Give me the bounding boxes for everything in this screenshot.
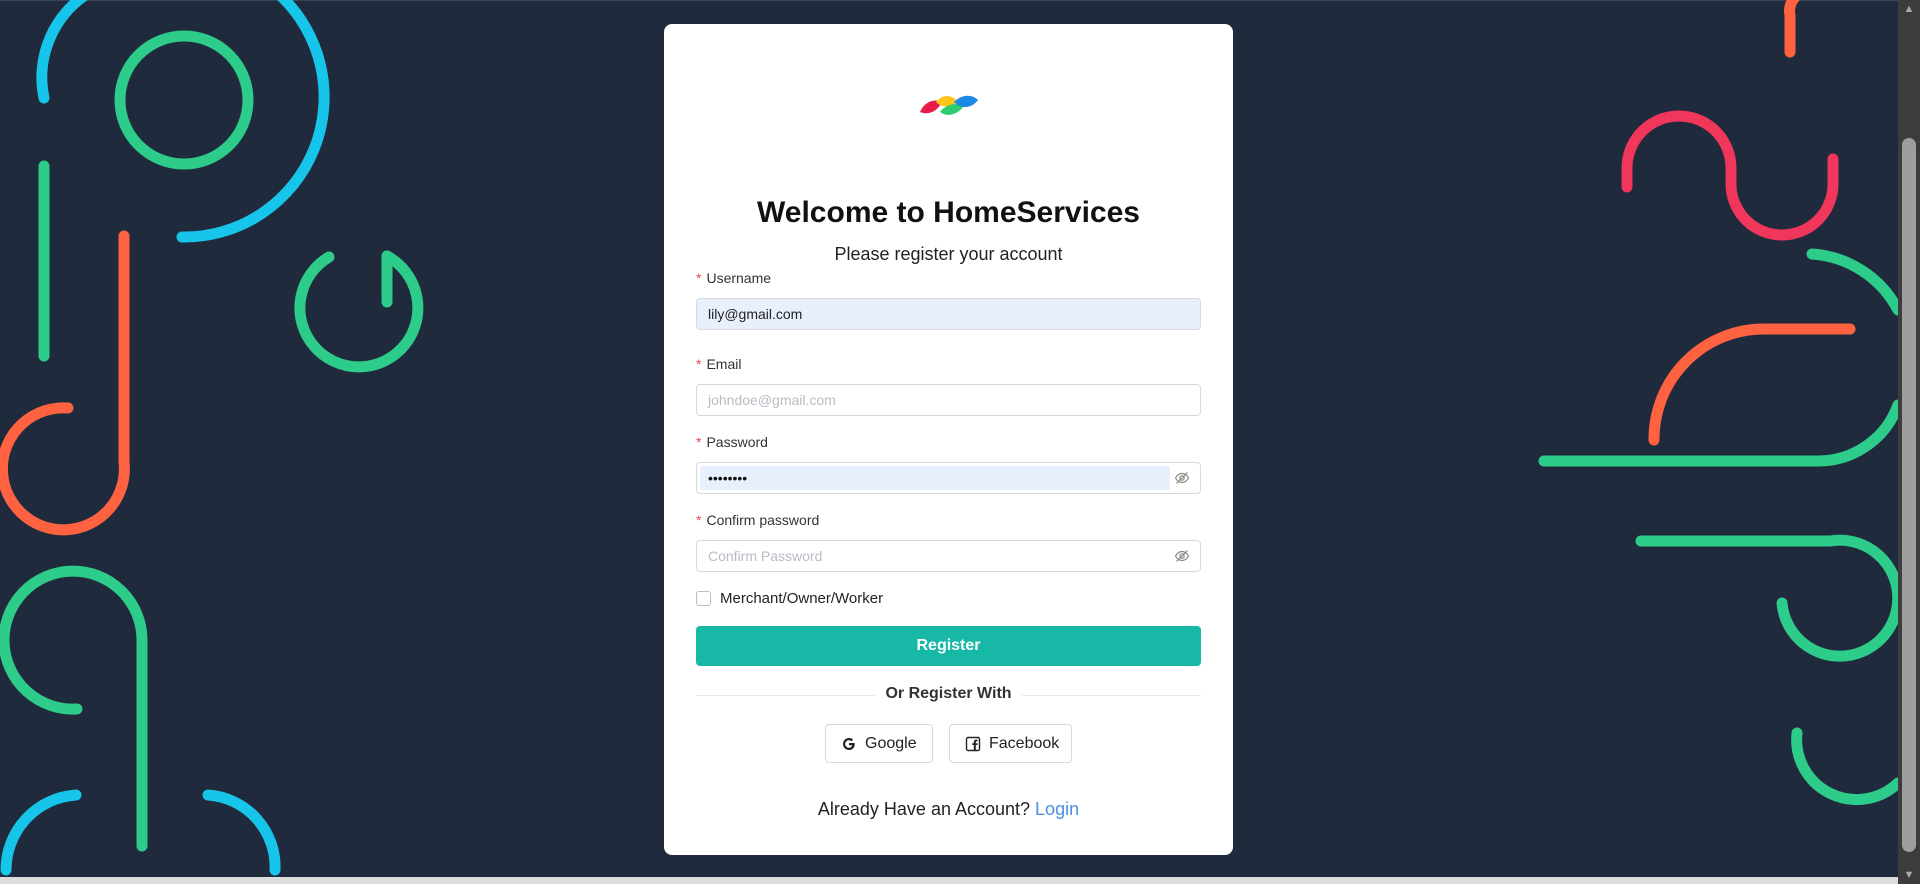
page-background: Welcome to HomeServices Please register … (0, 0, 1920, 884)
password-value: •••••••• (700, 466, 1170, 490)
deco-blue-arc-top (36, 0, 88, 104)
eye-off-icon[interactable] (1174, 470, 1190, 486)
deco-orange-arc-right (1648, 323, 1856, 446)
username-value: lily@gmail.com (708, 306, 803, 322)
scrollbar-thumb[interactable] (1902, 138, 1916, 852)
scroll-down-arrow-icon[interactable]: ▼ (1898, 866, 1920, 884)
required-mark: * (696, 270, 702, 286)
required-mark: * (696, 434, 702, 450)
password-label: * Password (696, 434, 768, 450)
login-prompt-text: Already Have an Account? (817, 799, 1031, 819)
page-title: Welcome to HomeServices (757, 196, 1140, 229)
confirm-password-placeholder: Confirm Password (708, 548, 823, 564)
deco-green-arc-bottom-right (1791, 727, 1898, 806)
password-label-text: Password (706, 434, 768, 450)
email-input[interactable]: johndoe@gmail.com (696, 384, 1201, 416)
register-card: Welcome to HomeServices Please register … (664, 24, 1233, 855)
or-register-with-divider: Or Register With (664, 685, 1233, 703)
login-prompt: Already Have an Account? Login (664, 799, 1233, 820)
deco-green-circle (114, 30, 254, 170)
eye-off-icon[interactable] (1174, 548, 1190, 564)
deco-blue-arc-bottom-right (202, 789, 281, 876)
email-placeholder: johndoe@gmail.com (708, 392, 836, 408)
password-input[interactable]: •••••••• (696, 462, 1201, 494)
facebook-icon (965, 736, 981, 752)
deco-green-hook-small (294, 250, 424, 373)
required-mark: * (696, 356, 702, 372)
deco-orange-hook (0, 402, 130, 536)
google-label: Google (865, 735, 917, 752)
deco-green-line-mid (1635, 534, 1898, 662)
deco-green-long-line (1538, 399, 1898, 467)
register-button[interactable]: Register (696, 626, 1201, 666)
email-label: * Email (696, 356, 741, 372)
deco-red-wave (1621, 110, 1839, 241)
merchant-checkbox[interactable] (696, 591, 711, 606)
facebook-button[interactable]: Facebook (949, 724, 1072, 763)
username-input[interactable]: lily@gmail.com (696, 298, 1201, 330)
google-icon (843, 738, 855, 750)
username-label: * Username (696, 270, 771, 286)
scroll-up-arrow-icon[interactable]: ▲ (1898, 0, 1920, 18)
deco-orange-hook-top (1784, 0, 1801, 58)
username-label-text: Username (706, 270, 772, 286)
login-link[interactable]: Login (1035, 799, 1079, 819)
merchant-checkbox-label[interactable]: Merchant/Owner/Worker (720, 590, 883, 607)
facebook-label: Facebook (989, 735, 1060, 752)
deco-green-arc-right-top (1806, 248, 1898, 316)
bottom-bar (0, 877, 1920, 884)
brand-logo-icon (920, 95, 978, 115)
email-label-text: Email (706, 356, 742, 372)
deco-blue-arc-bottom-left (0, 789, 82, 876)
deco-green-arc-bottom (0, 565, 148, 852)
confirm-password-input[interactable]: Confirm Password (696, 540, 1201, 572)
confirm-password-label-text: Confirm password (706, 512, 820, 528)
vertical-scrollbar[interactable]: ▲ ▼ (1898, 0, 1920, 884)
page-subtitle: Please register your account (834, 244, 1063, 264)
google-button[interactable]: Google (825, 724, 933, 763)
required-mark: * (696, 512, 702, 528)
divider-text: Or Register With (875, 685, 1022, 702)
confirm-password-label: * Confirm password (696, 512, 819, 528)
